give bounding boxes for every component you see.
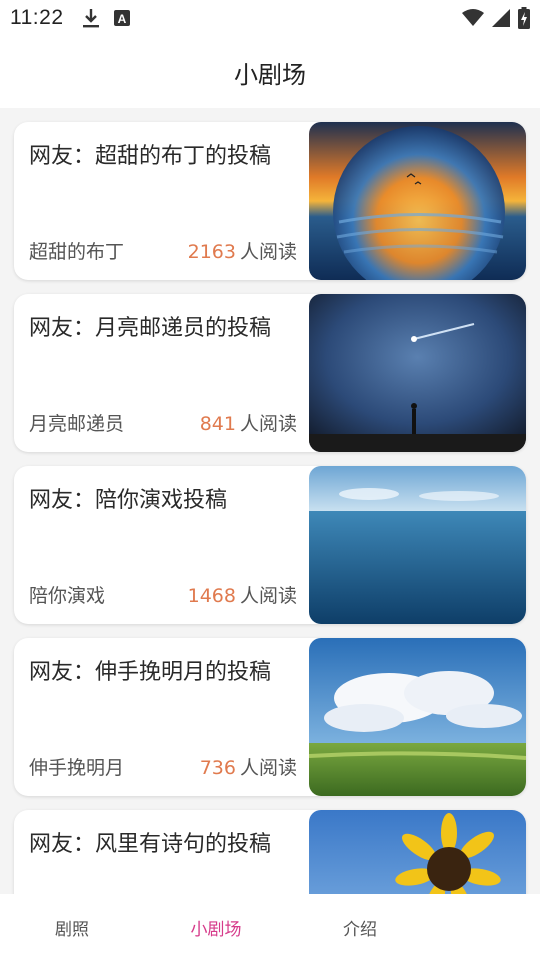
card-read-count: 841 人阅读 xyxy=(200,409,297,436)
card-author: 超甜的布丁 xyxy=(29,241,125,263)
bottom-tab-bar: 剧照 小剧场 介绍 xyxy=(0,894,540,960)
page-header: 小剧场 xyxy=(0,36,540,108)
story-card[interactable]: 网友：月亮邮递员的投稿 月亮邮递员 841 人阅读 xyxy=(14,294,526,452)
sunflower-sky-image xyxy=(309,810,526,894)
card-read-count: 1468 人阅读 xyxy=(188,581,297,608)
sunset-sphere-image xyxy=(309,122,526,280)
tab-theater[interactable]: 小剧场 xyxy=(144,915,288,940)
page-title: 小剧场 xyxy=(234,60,306,89)
card-title: 网友：月亮邮递员的投稿 xyxy=(29,316,272,341)
tab-introduction[interactable]: 介绍 xyxy=(288,915,432,940)
story-card[interactable]: 网友：伸手挽明月的投稿 伸手挽明月 736 人阅读 xyxy=(14,638,526,796)
read-count-number: 841 xyxy=(199,413,236,435)
card-title: 网友：伸手挽明月的投稿 xyxy=(29,660,272,685)
card-title: 网友：超甜的布丁的投稿 xyxy=(29,144,272,169)
read-count-suffix: 人阅读 xyxy=(239,413,297,435)
status-time: 11:22 xyxy=(10,6,64,29)
read-count-suffix: 人阅读 xyxy=(239,241,297,263)
card-author: 月亮邮递员 xyxy=(29,413,125,435)
read-count-number: 736 xyxy=(199,757,236,779)
wifi-icon xyxy=(462,9,484,26)
story-list[interactable]: 网友：超甜的布丁的投稿 超甜的布丁 2163 人阅读 网友：月亮邮递员的投稿 月… xyxy=(0,108,540,894)
card-read-count: 736 人阅读 xyxy=(200,753,297,780)
story-card[interactable]: 网友：超甜的布丁的投稿 超甜的布丁 2163 人阅读 xyxy=(14,122,526,280)
card-author: 伸手挽明月 xyxy=(29,757,125,779)
read-count-number: 1468 xyxy=(187,585,236,607)
card-title: 网友：风里有诗句的投稿 xyxy=(29,832,272,857)
signal-icon xyxy=(492,9,510,27)
download-icon xyxy=(82,9,99,28)
battery-charging-icon xyxy=(518,7,530,29)
story-card[interactable]: 网友：陪你演戏投稿 陪你演戏 1468 人阅读 xyxy=(14,466,526,624)
card-read-count: 2163 人阅读 xyxy=(188,237,297,264)
story-card[interactable]: 网友：风里有诗句的投稿 xyxy=(14,810,526,894)
read-count-suffix: 人阅读 xyxy=(239,757,297,779)
tab-stills[interactable]: 剧照 xyxy=(0,915,144,940)
status-bar: 11:22 A xyxy=(0,0,540,36)
read-count-number: 2163 xyxy=(187,241,236,263)
night-meteor-image xyxy=(309,294,526,452)
read-count-suffix: 人阅读 xyxy=(239,585,297,607)
ocean-horizon-image xyxy=(309,466,526,624)
card-author: 陪你演戏 xyxy=(29,585,106,607)
grassland-clouds-image xyxy=(309,638,526,796)
card-title: 网友：陪你演戏投稿 xyxy=(29,488,228,513)
font-a-icon: A xyxy=(113,10,130,26)
svg-text:A: A xyxy=(117,12,126,26)
